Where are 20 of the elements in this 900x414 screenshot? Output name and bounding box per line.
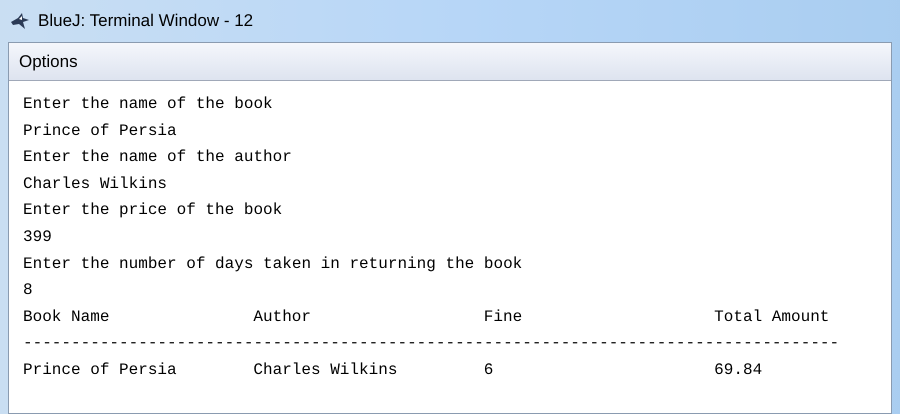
output-line: 399	[23, 226, 52, 248]
output-line: Enter the name of the book	[23, 94, 273, 115]
output-line: Enter the price of the book	[23, 200, 282, 222]
bird-icon	[10, 12, 30, 30]
column-header: Author	[253, 308, 311, 326]
output-line: Charles Wilkins	[23, 174, 168, 195]
table-cell: Prince of Persia	[23, 360, 177, 379]
menu-item[interactable]: Options	[17, 48, 80, 74]
table-cell: Charles Wilkins	[253, 360, 398, 379]
output-line: Prince of Persia	[23, 120, 177, 142]
column-header: Total Amount	[714, 308, 830, 326]
table-cell: 6	[484, 360, 494, 379]
output-line: 8	[23, 280, 33, 302]
output-line: Enter the name of the author	[23, 147, 292, 168]
separator-line: -------------------------------------------------------------------------------------	[23, 333, 840, 354]
table-cell: 69.84	[714, 360, 762, 379]
column-header: Fine	[484, 308, 522, 326]
column-header: Book Name	[23, 308, 110, 326]
window-title: BlueJ: Terminal Window - 12	[38, 10, 254, 32]
output-line: Enter the number of days taken in returning the book	[23, 254, 522, 275]
